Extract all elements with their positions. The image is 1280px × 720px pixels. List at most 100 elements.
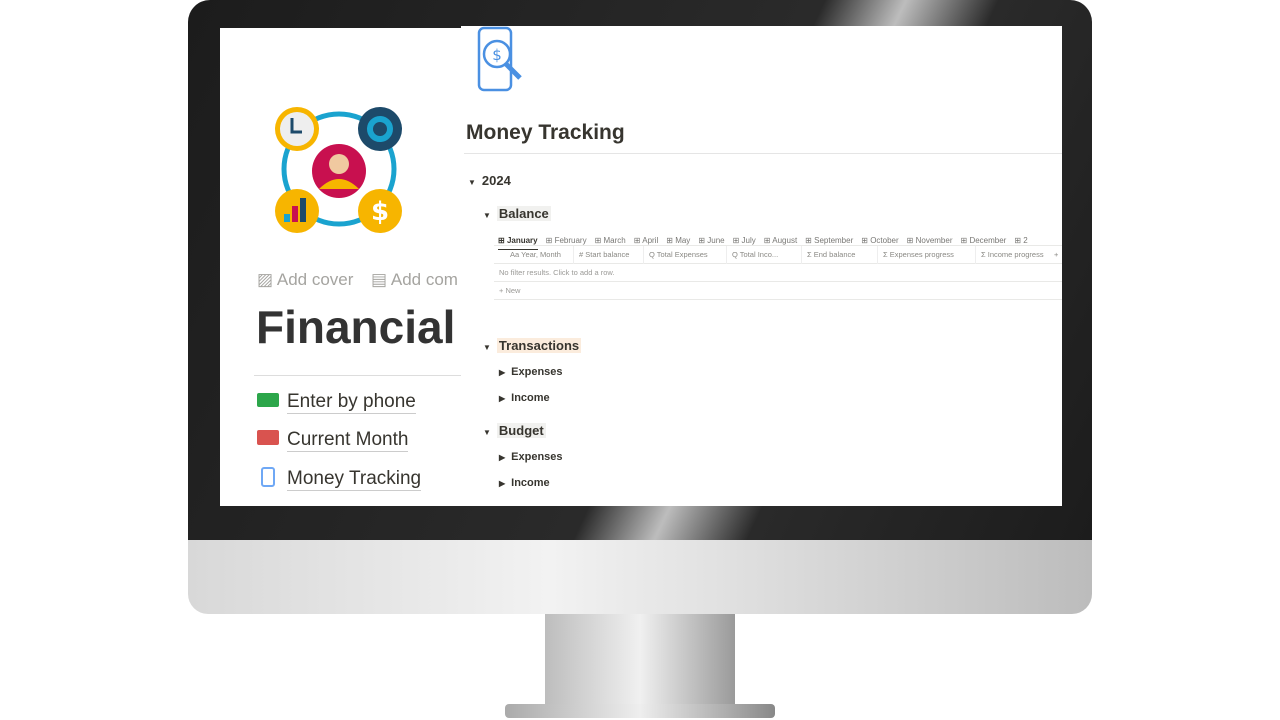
tab-march[interactable]: ⊞ March [595,236,626,245]
column-type-icon: Σ [981,250,986,259]
toggle-label: Balance [496,206,551,221]
empty-row[interactable]: No filter results. Click to add a row. [494,264,1062,282]
tab-may[interactable]: ⊞ May [666,236,690,245]
toggle-transactions-income[interactable]: ▶ Income [499,392,550,404]
monitor-chin [188,540,1092,614]
wallet-icon [257,430,279,445]
tab-label: January [506,236,538,245]
table-icon: ⊞ [861,236,871,245]
tab-august[interactable]: ⊞ August [764,236,797,245]
tab-label: July [741,236,756,245]
toggle-balance[interactable]: ▼ Balance [483,206,551,221]
tab-label: March [603,236,626,245]
column-type-icon: Σ [807,250,812,259]
table-header: Aa Year, Month # Start balance Q Total Exp… [494,246,1062,264]
link-current-month[interactable]: Current Month [257,429,409,452]
toggle-label: Expenses [511,366,563,378]
column-type-icon: Σ [883,250,888,259]
tab-label: February [554,236,587,245]
table-icon: ⊞ [545,236,555,245]
link-label: Enter by phone [287,391,416,414]
column-label: Year, Month [521,250,561,259]
phone-dollar-icon [261,467,275,487]
tab-july[interactable]: ⊞ July [733,236,756,245]
toggle-budget-expenses[interactable]: ▶ Expenses [499,451,563,463]
tab-label: August [772,236,798,245]
column-header[interactable]: # Start balance [574,246,644,264]
tab-june[interactable]: ⊞ June [698,236,724,245]
tab-label: June [707,236,725,245]
tab-label: 2 [1023,236,1028,245]
link-label: Current Month [287,429,409,452]
money-hand-icon [257,393,279,407]
table-icon: ⊞ [805,236,815,245]
table-icon: ⊞ [763,236,773,245]
toggle-transactions[interactable]: ▼ Transactions [483,338,582,353]
link-enter-by-phone[interactable]: Enter by phone [257,391,416,414]
add-cover-label: Add cover [276,270,354,289]
link-label: Money Tracking [287,468,422,491]
tab-label: September [814,236,854,245]
add-column-button[interactable]: + [1049,246,1058,264]
tab-december[interactable]: ⊞ December [961,236,1007,245]
column-label: Total Expenses [656,250,708,259]
balance-table: Aa Year, Month # Start balance Q Total Exp… [494,245,1062,301]
tab-label: May [675,236,691,245]
toggle-budget[interactable]: ▼ Budget [483,423,546,438]
tab-september[interactable]: ⊞ September [805,236,853,245]
table-icon: ⊞ [666,236,676,245]
column-header[interactable]: Q Total Inco... [727,246,802,264]
column-label: End balance [813,250,856,259]
column-type-icon: Aa [510,250,520,259]
financial-page: $ ▨ Add cover ▤ Add com Financial Enter … [220,28,464,506]
divider [464,153,1062,154]
phone-dollar-search-icon: $ [477,26,522,92]
new-row-button[interactable]: + New [494,282,1062,300]
column-header[interactable]: Aa Year, Month [494,246,574,264]
table-icon: ⊞ [906,236,916,245]
table-icon: ⊞ [594,236,604,245]
tab-2[interactable]: ⊞ 2 [1014,236,1027,245]
svg-text:$: $ [371,197,389,227]
toggle-label: Budget [496,423,546,438]
tab-label: December [969,236,1007,245]
tab-april[interactable]: ⊞ April [634,236,659,245]
table-icon: ⊞ [633,236,643,245]
column-label: Start balance [585,250,630,259]
column-header[interactable]: Σ Expenses progress [878,246,976,264]
toggle-label: Expenses [511,451,563,463]
table-icon: ⊞ [498,236,507,245]
column-label: Expenses progress [889,250,954,259]
monitor-base [505,704,775,718]
toggle-budget-income[interactable]: ▶ Income [499,477,550,489]
column-header[interactable]: Q Total Expenses [644,246,727,264]
page-title: Money Tracking [466,121,625,144]
tab-label: April [642,236,659,245]
svg-text:$: $ [492,46,502,64]
table-icon: ⊞ [732,236,742,245]
money-tracking-page: $ Money Tracking ▼ 2024 ▼ Balance ⊞ Januar… [461,26,1062,506]
toggle-label: Income [511,392,550,404]
link-money-tracking[interactable]: Money Tracking [257,467,422,491]
page-title: Financial [256,301,456,353]
tab-november[interactable]: ⊞ November [907,236,953,245]
table-icon: ⊞ [1014,236,1024,245]
column-header[interactable]: Σ End balance [802,246,878,264]
toggle-transactions-expenses[interactable]: ▶ Expenses [499,366,563,378]
add-comment-label: Add com [390,270,458,289]
monitor-stand [545,614,735,706]
add-comment-button[interactable]: ▤ Add com [371,270,458,290]
finance-illustration-icon: $ [275,107,402,233]
divider [254,375,464,376]
tab-label: November [915,236,953,245]
column-label: Total Inco... [739,250,779,259]
tab-label: October [870,236,899,245]
toggle-label: 2024 [481,173,511,188]
add-cover-button[interactable]: ▨ Add cover [257,270,353,290]
toggle-label: Transactions [496,338,582,353]
column-type-icon: # [579,250,584,259]
tab-october[interactable]: ⊞ October [861,236,898,245]
toggle-2024[interactable]: ▼ 2024 [468,173,511,188]
tab-february[interactable]: ⊞ February [546,236,587,245]
table-icon: ⊞ [698,236,708,245]
